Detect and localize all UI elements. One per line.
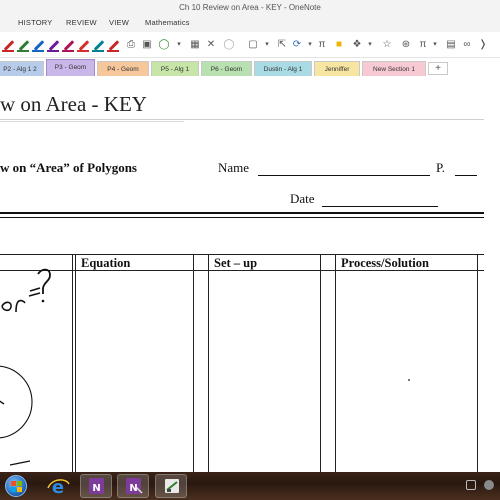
dropdown-icon[interactable]: ▾ <box>172 38 186 52</box>
taskbar-onenote-tools[interactable]: N <box>117 474 149 498</box>
date-label: Date <box>290 191 315 206</box>
tab-p6-geom[interactable]: P6 - Geom <box>201 61 252 76</box>
menu-view[interactable]: VIEW <box>109 18 129 27</box>
more-icon[interactable]: ❭ <box>476 38 490 52</box>
pen-blue-icon[interactable] <box>32 39 45 52</box>
taskbar-internet-explorer[interactable]: e <box>42 474 74 498</box>
tray-network-icon[interactable] <box>484 480 494 490</box>
windows-logo-icon <box>11 487 16 492</box>
tray-window-icon[interactable] <box>466 480 476 490</box>
period-label: P. <box>436 160 446 175</box>
table-divider <box>208 254 209 472</box>
tab-jenniffer[interactable]: Jenniffer <box>314 61 360 76</box>
windows-logo-icon <box>17 481 22 486</box>
pen-dark-red-icon[interactable] <box>77 39 90 52</box>
table-divider <box>75 254 76 472</box>
grid-icon[interactable]: ▦ <box>188 38 202 52</box>
highlight-icon[interactable]: ■ <box>332 38 346 52</box>
onenote-tools-icon: N <box>126 478 143 494</box>
page-title-divider <box>0 119 484 120</box>
worksheet-heading: w on “Area” of Polygons <box>0 160 137 175</box>
windows-taskbar: e N N <box>0 472 500 500</box>
tab-p5-alg1[interactable]: P5 - Alg 1 <box>151 61 199 76</box>
internet-explorer-icon: e <box>47 477 70 498</box>
column-header-equation: Equation <box>81 256 131 270</box>
print-icon[interactable]: ⎙ <box>124 38 138 52</box>
window-title: Ch 10 Review on Area - KEY - OneNote <box>179 3 321 12</box>
tab-new-section-1[interactable]: New Section 1 <box>362 61 426 76</box>
tab-p4-geom[interactable]: P4 - Geom <box>97 61 149 76</box>
start-button[interactable] <box>5 475 27 497</box>
pen-red-icon[interactable] <box>2 39 15 52</box>
svg-text:N: N <box>129 483 137 494</box>
link-icon[interactable]: ∞ <box>460 38 474 52</box>
draw-toolbar: ⎙ ▣ ◯ ▾ ▦ ✕ ◯ ▢ ▾ ⇱ ⟳ ▾ π ■ ❖ ▾ ☆ ⊛ π ▾ … <box>0 32 500 58</box>
pen-green-icon[interactable] <box>17 39 30 52</box>
taskbar-screen-recorder[interactable] <box>155 474 187 498</box>
rotate-icon[interactable]: ⟳ <box>290 38 304 52</box>
menu-review[interactable]: REVIEW <box>66 18 97 27</box>
pen-magenta-icon[interactable] <box>62 39 75 52</box>
windows-logo-icon <box>17 487 22 492</box>
windows-logo-icon <box>11 481 16 486</box>
hash-icon[interactable]: ⊛ <box>399 38 413 52</box>
menu-mathematics[interactable]: Mathematics <box>145 18 190 27</box>
table-divider <box>72 254 73 472</box>
menu-history[interactable]: HISTORY <box>18 18 52 27</box>
tab-label: P3 - Geom <box>54 64 87 71</box>
handwriting-ink <box>0 268 51 466</box>
dropdown-2-icon[interactable]: ▾ <box>260 38 274 52</box>
table-icon[interactable]: ▤ <box>444 38 458 52</box>
period-blank <box>455 175 477 176</box>
pen-teal-icon[interactable] <box>92 39 105 52</box>
page-title[interactable]: w on Area - KEY <box>0 92 147 117</box>
svg-text:N: N <box>92 483 100 494</box>
add-section-button[interactable]: + <box>428 62 448 75</box>
lasso-icon[interactable]: ◯ <box>222 38 236 52</box>
onenote-icon: N <box>89 478 104 494</box>
table-divider <box>477 254 478 472</box>
worksheet-table: Equation Set – up Process/Solution <box>0 254 484 472</box>
tab-label: P4 - Geom <box>107 66 139 73</box>
tab-label: P2 - Alg 1 2 <box>3 66 37 73</box>
title-bar: Ch 10 Review on Area - KEY - OneNote / H… <box>0 0 500 32</box>
screen-recorder-icon <box>165 479 179 493</box>
ribbon-menu: / HISTORY REVIEW VIEW Mathematics <box>0 16 500 32</box>
column-header-process: Process/Solution <box>341 256 429 270</box>
page-canvas[interactable]: w on Area - KEY w on “Area” of Polygons … <box>0 76 484 472</box>
title-underline <box>0 121 184 122</box>
star-icon[interactable]: ☆ <box>380 38 394 52</box>
tab-label: P6 - Geom <box>210 66 243 73</box>
header-rule-thick <box>0 212 484 214</box>
tab-label: Dustin - Alg 1 <box>263 66 303 73</box>
table-divider <box>193 254 194 472</box>
dropdown-4-icon[interactable]: ▾ <box>363 38 377 52</box>
taskbar-onenote[interactable]: N <box>80 474 112 498</box>
name-label: Name <box>218 160 250 175</box>
ink-dot <box>408 379 410 381</box>
image-icon[interactable]: ▣ <box>140 38 154 52</box>
tab-label: P5 - Alg 1 <box>160 66 190 73</box>
pi-icon[interactable]: π <box>315 38 329 52</box>
dropdown-5-icon[interactable]: ▾ <box>428 38 442 52</box>
column-header-setup: Set – up <box>214 256 258 270</box>
date-blank <box>322 206 438 207</box>
select-icon[interactable]: ⇱ <box>275 38 289 52</box>
tab-label: Jenniffer <box>324 66 350 73</box>
tab-p3-geom[interactable]: P3 - Geom <box>46 59 95 76</box>
eraser-icon[interactable]: ❖ <box>350 38 364 52</box>
tab-label: New Section 1 <box>373 66 415 73</box>
close-icon[interactable]: ✕ <box>204 38 218 52</box>
table-divider <box>335 254 336 472</box>
insert-space-icon[interactable]: ▢ <box>246 38 260 52</box>
pen-purple-icon[interactable] <box>47 39 60 52</box>
pen-red-2-icon[interactable] <box>107 39 120 52</box>
tab-p2-alg1[interactable]: P2 - Alg 1 2 <box>0 61 44 76</box>
header-rule-thin <box>0 217 484 218</box>
shape-circle-icon[interactable]: ◯ <box>157 38 171 52</box>
table-divider <box>320 254 321 472</box>
tab-dustin-alg1[interactable]: Dustin - Alg 1 <box>254 61 312 76</box>
name-blank <box>258 175 430 176</box>
section-tabs: P2 - Alg 1 2 P3 - Geom P4 - Geom P5 - Al… <box>0 58 500 76</box>
